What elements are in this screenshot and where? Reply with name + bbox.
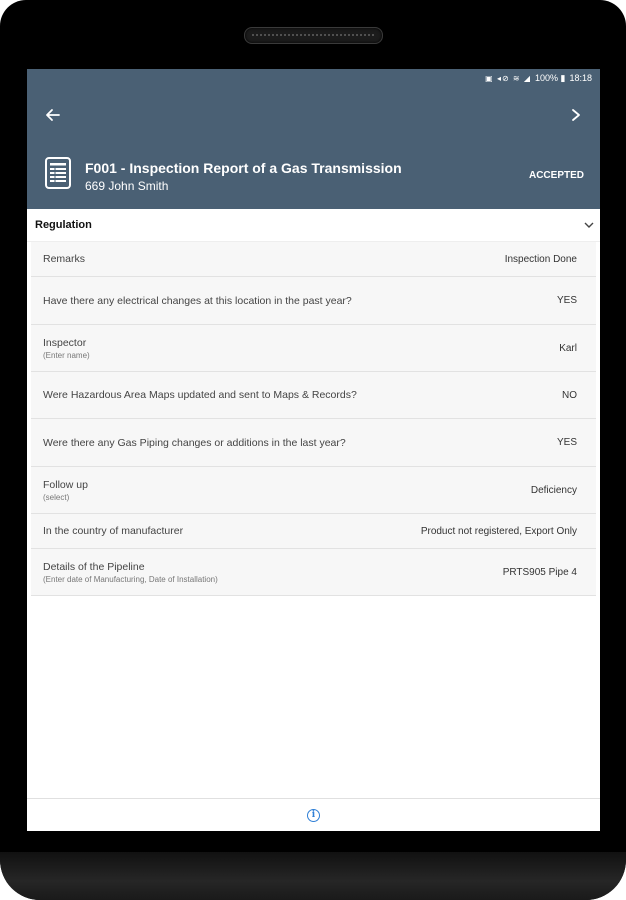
field-label: Were there any Gas Piping changes or add… <box>43 436 346 449</box>
field-label: Remarks <box>43 253 86 265</box>
tablet-frame: ▣ ◂⊘ ≋ ◢ 100% ▮ 18:18 F001 - Inspection … <box>0 0 626 900</box>
app-screen: ▣ ◂⊘ ≋ ◢ 100% ▮ 18:18 F001 - Inspection … <box>27 69 600 831</box>
app-bar: F001 - Inspection Report of a Gas Transm… <box>27 87 600 209</box>
list-item[interactable]: Remarks Inspection Done <box>31 242 596 277</box>
list-item[interactable]: Follow up (select) Deficiency <box>31 467 596 514</box>
field-value: PRTS905 Pipe 4 <box>502 566 577 578</box>
field-value: Deficiency <box>530 484 577 496</box>
field-list: Remarks Inspection Done Have there any e… <box>31 242 596 596</box>
chevron-down-icon <box>584 222 594 228</box>
chevron-right-icon <box>572 109 580 121</box>
field-value: YES <box>556 437 577 448</box>
list-item[interactable]: Were there any Gas Piping changes or add… <box>31 419 596 467</box>
field-label: Details of the Pipeline <box>43 561 145 573</box>
field-value: NO <box>562 389 577 401</box>
field-label: In the country of manufacturer <box>43 525 184 537</box>
arrow-left-icon <box>46 109 60 121</box>
field-hint: (Enter date of Manufacturing, Date of In… <box>43 575 218 584</box>
field-label: Have there any electrical changes at thi… <box>43 294 352 307</box>
field-value: Inspection Done <box>504 253 577 265</box>
info-icon[interactable]: i <box>307 808 320 822</box>
field-hint: (select) <box>43 493 70 502</box>
field-value: Karl <box>559 342 577 354</box>
tablet-bottom-bezel <box>0 852 626 900</box>
report-subtitle: 669 John Smith <box>85 179 169 193</box>
field-label: Follow up <box>43 479 88 491</box>
field-hint: (Enter name) <box>43 351 90 360</box>
document-icon <box>45 157 71 189</box>
bottom-bar: i <box>27 798 600 831</box>
speaker-grille <box>244 27 383 44</box>
field-value: Product not registered, Export Only <box>420 525 577 537</box>
list-item[interactable]: Have there any electrical changes at thi… <box>31 277 596 325</box>
battery-level: 100% ▮ <box>534 72 566 83</box>
list-item[interactable]: Details of the Pipeline (Enter date of M… <box>31 549 596 596</box>
list-item[interactable]: Inspector (Enter name) Karl <box>31 325 596 372</box>
back-button[interactable] <box>39 101 67 129</box>
clock: 18:18 <box>569 73 592 83</box>
field-label: Were Hazardous Area Maps updated and sen… <box>43 389 357 401</box>
next-button[interactable] <box>562 101 590 129</box>
section-title: Regulation <box>35 219 92 231</box>
report-title: F001 - Inspection Report of a Gas Transm… <box>85 160 402 176</box>
section-header-regulation[interactable]: Regulation <box>27 209 600 242</box>
list-item[interactable]: In the country of manufacturer Product n… <box>31 514 596 549</box>
status-badge: ACCEPTED <box>528 170 584 181</box>
status-icons: ▣ ◂⊘ ≋ ◢ <box>485 73 531 83</box>
field-value: YES <box>556 295 577 306</box>
list-item[interactable]: Were Hazardous Area Maps updated and sen… <box>31 372 596 419</box>
field-label: Inspector <box>43 337 87 349</box>
status-bar: ▣ ◂⊘ ≋ ◢ 100% ▮ 18:18 <box>27 69 600 87</box>
